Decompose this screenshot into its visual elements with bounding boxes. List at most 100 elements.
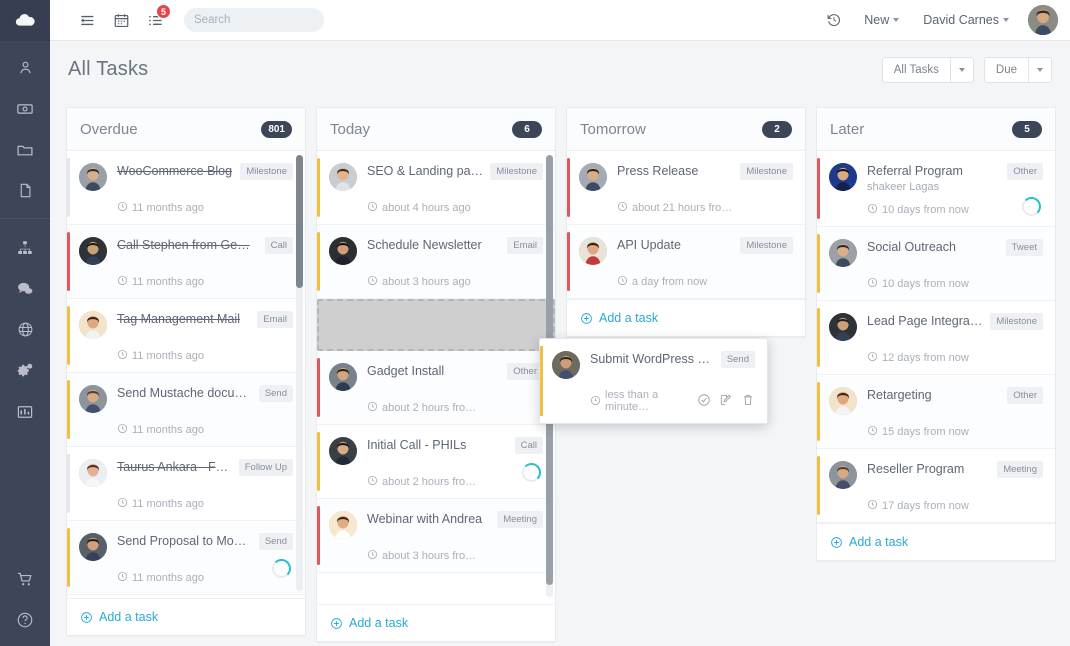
history-icon[interactable] — [817, 3, 851, 37]
card-body: Initial Call - PHILs — [367, 437, 509, 452]
task-card[interactable]: Reseller Program Meeting 17 days from now — [817, 449, 1055, 523]
card-title: Webinar with Andrea — [367, 512, 483, 526]
task-card[interactable]: Lead Page Integration Milestone 12 days fr… — [817, 301, 1055, 375]
card-title: Schedule Newsletter — [367, 238, 482, 252]
loading-spinner — [272, 559, 291, 578]
add-task-button[interactable]: Add a task — [567, 299, 805, 336]
task-card[interactable]: Send Mustache docu… Send 11 months ago — [67, 373, 305, 447]
card-header: Webinar with Andrea Meeting — [329, 511, 543, 539]
card-header: Referral Program shakeer Lagas Other — [829, 163, 1043, 193]
complete-task-icon[interactable] — [697, 393, 711, 410]
clock-icon — [867, 277, 878, 290]
card-body: Retargeting — [867, 387, 1001, 402]
card-title: Social Outreach — [867, 240, 956, 254]
card-title: Reseller Program — [867, 462, 965, 476]
edit-task-icon[interactable] — [719, 393, 733, 410]
new-menu-button[interactable]: New — [853, 3, 910, 37]
card-type-tag: Milestone — [490, 163, 543, 180]
task-card[interactable]: Gadget Install Other about 2 hours fro… — [317, 351, 555, 425]
task-sort-caret[interactable] — [1028, 56, 1052, 83]
card-footer: 12 days from now — [829, 351, 1043, 364]
rail-item-projects[interactable] — [0, 129, 50, 170]
card-title: Lead Page Integration — [867, 314, 985, 328]
column-card-list: Press Release Milestone about 21 hours fro… — [567, 151, 805, 299]
card-type-tag: Meeting — [497, 511, 543, 528]
tasks-icon[interactable]: 5 — [138, 3, 172, 37]
rail-group-secondary — [0, 221, 50, 432]
task-card[interactable]: Webinar with Andrea Meeting about 3 hours … — [317, 499, 555, 573]
card-header: Initial Call - PHILs Call — [329, 437, 543, 465]
rail-item-documents[interactable] — [0, 170, 50, 211]
task-card[interactable]: Initial Call - PHILs Call about 2 hours fr… — [317, 425, 555, 499]
task-card[interactable]: Schedule Newsletter Email about 3 hours ag… — [317, 225, 555, 299]
user-menu-button[interactable]: David Carnes — [912, 3, 1020, 37]
add-task-button[interactable]: Add a task — [317, 604, 555, 641]
column-header: Overdue 801 — [67, 108, 305, 151]
card-due-time: 10 days from now — [882, 277, 969, 290]
task-filter-caret[interactable] — [949, 56, 974, 83]
clock-icon — [590, 395, 601, 408]
column-count-badge: 2 — [762, 120, 792, 138]
card-footer: about 2 hours fro… — [329, 475, 543, 488]
task-card[interactable]: API Update Milestone a day from now — [567, 225, 805, 299]
chevron-down-icon — [1003, 18, 1009, 22]
rail-item-website[interactable] — [0, 309, 50, 350]
task-filter-label[interactable]: All Tasks — [881, 56, 950, 83]
task-card[interactable]: Social Outreach Tweet 10 days from now — [817, 227, 1055, 301]
new-menu-label: New — [864, 13, 890, 27]
card-due-time: about 21 hours fro… — [632, 201, 733, 214]
calendar-icon[interactable] — [104, 3, 138, 37]
rail-item-reports[interactable] — [0, 391, 50, 432]
rail-item-messages[interactable] — [0, 268, 50, 309]
column-count-badge: 6 — [512, 120, 542, 138]
card-body: Press Release — [617, 163, 734, 178]
task-card[interactable]: Send Proposal to Mo… Send 11 months ago — [67, 521, 305, 595]
task-card[interactable]: WooCommerce Blog Milestone 11 months ago — [67, 151, 305, 225]
task-filter-dropdown[interactable]: All Tasks — [881, 56, 974, 83]
card-footer: about 3 hours ago — [329, 275, 543, 288]
activity-panel-icon[interactable] — [70, 3, 104, 37]
card-body: Reseller Program — [867, 461, 991, 476]
search-input[interactable] — [194, 14, 348, 26]
add-task-label: Add a task — [849, 535, 909, 549]
delete-task-icon[interactable] — [741, 393, 755, 410]
rail-item-contacts[interactable] — [0, 47, 50, 88]
loading-spinner — [1022, 197, 1041, 216]
task-sort-label[interactable]: Due — [983, 56, 1028, 83]
task-card[interactable]: Press Release Milestone about 21 hours fro… — [567, 151, 805, 225]
app-logo[interactable] — [0, 0, 50, 41]
task-sort-dropdown[interactable]: Due — [983, 56, 1052, 83]
dragged-task-card[interactable]: Submit WordPress Pl… Send less than a mi… — [539, 338, 768, 424]
rail-item-help[interactable] — [0, 599, 50, 640]
user-avatar[interactable] — [1028, 5, 1058, 35]
card-header: Press Release Milestone — [579, 163, 793, 191]
search-box[interactable] — [184, 8, 348, 32]
add-task-button[interactable]: Add a task — [67, 598, 305, 635]
clock-icon — [367, 475, 378, 488]
card-header: WooCommerce Blog Milestone — [79, 163, 293, 191]
page-header: All Tasks All Tasks Due — [50, 41, 1070, 98]
rail-item-store[interactable] — [0, 558, 50, 599]
clock-icon — [867, 499, 878, 512]
avatar — [829, 313, 857, 341]
rail-item-deals[interactable] — [0, 88, 50, 129]
task-card[interactable]: Referral Program shakeer Lagas Other 10 day… — [817, 151, 1055, 227]
add-task-button[interactable]: Add a task — [817, 523, 1055, 560]
priority-bar — [67, 232, 70, 291]
rail-group-bottom — [0, 558, 50, 640]
avatar — [79, 459, 107, 487]
task-card[interactable]: Call Stephen from Ge… Call 11 months ago — [67, 225, 305, 299]
task-card[interactable]: SEO & Landing page Milestone about 4 hours… — [317, 151, 555, 225]
card-footer: about 4 hours ago — [329, 201, 543, 214]
user-menu-label: David Carnes — [923, 13, 999, 27]
rail-item-settings[interactable] — [0, 350, 50, 391]
task-card[interactable]: Retargeting Other 15 days from now — [817, 375, 1055, 449]
column-scrollbar-thumb[interactable] — [296, 155, 303, 288]
card-type-tag: Other — [507, 363, 543, 380]
card-footer: about 21 hours fro… — [579, 201, 793, 214]
priority-bar — [67, 306, 70, 365]
rail-item-organization[interactable] — [0, 227, 50, 268]
task-card[interactable]: Taurus Ankara - Foll… Follow Up 11 months … — [67, 447, 305, 521]
avatar — [829, 461, 857, 489]
task-card[interactable]: Tag Management Mail Email 11 months ago — [67, 299, 305, 373]
